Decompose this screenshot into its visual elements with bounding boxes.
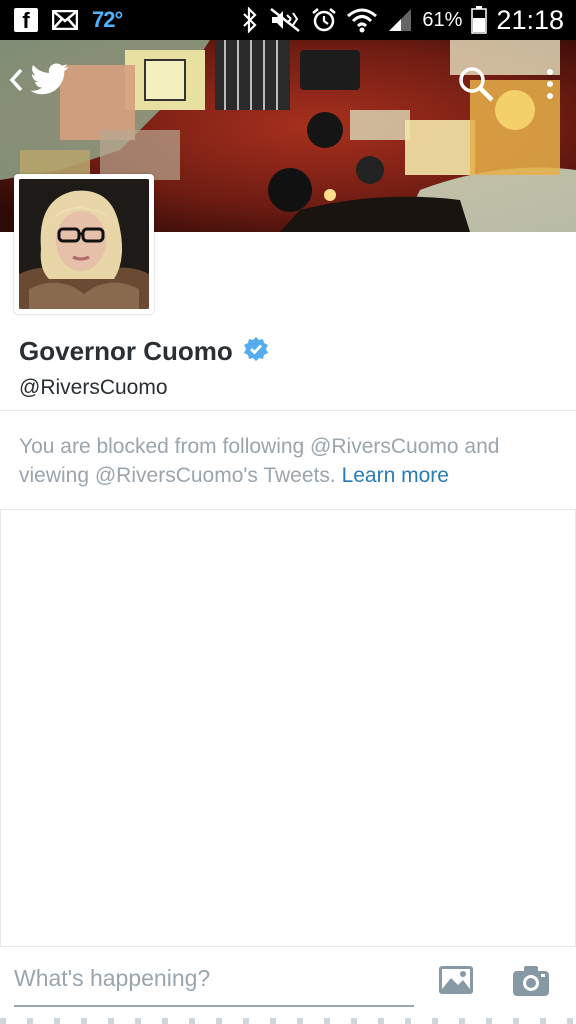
profile-handle: @RiversCuomo [19, 376, 168, 399]
profile-name-row: Governor Cuomo [19, 336, 269, 367]
battery-percent: 61% [422, 8, 463, 31]
keyboard-edge [0, 1018, 576, 1024]
photo-icon [438, 966, 474, 999]
bluetooth-icon [241, 7, 259, 33]
clock: 21:18 [496, 4, 564, 35]
learn-more-link[interactable]: Learn more [342, 464, 449, 487]
avatar[interactable] [14, 174, 154, 314]
overflow-menu-icon [536, 69, 564, 108]
twitter-bird-icon [30, 63, 70, 102]
blocked-notice: You are blocked from following @RiversCu… [19, 432, 559, 490]
status-bar: f 72° 61% 21:18 [0, 0, 576, 40]
wifi-icon [346, 7, 378, 33]
camera-icon [512, 966, 550, 1001]
facebook-icon: f [14, 8, 38, 33]
back-icon [8, 67, 24, 98]
compose-input[interactable]: What's happening? [14, 961, 414, 1007]
status-bar-right: 61% 21:18 [241, 4, 564, 36]
mute-icon [268, 7, 302, 33]
photo-button[interactable] [438, 965, 478, 1001]
search-button[interactable] [456, 64, 496, 104]
timeline-area [0, 510, 576, 946]
divider [0, 410, 576, 411]
back-button[interactable] [8, 62, 86, 102]
avatar-image [19, 179, 149, 309]
camera-button[interactable] [512, 965, 552, 1001]
profile-name: Governor Cuomo [19, 336, 233, 366]
signal-icon [387, 7, 413, 33]
temperature: 72° [92, 7, 123, 32]
mail-icon [52, 10, 78, 30]
alarm-icon [311, 7, 337, 33]
status-bar-left: f 72° [14, 7, 123, 33]
search-icon [456, 67, 496, 108]
overflow-menu-button[interactable] [536, 64, 564, 104]
verified-badge-icon [243, 336, 269, 367]
compose-bar: What's happening? [0, 946, 576, 1024]
battery-icon [471, 6, 488, 34]
